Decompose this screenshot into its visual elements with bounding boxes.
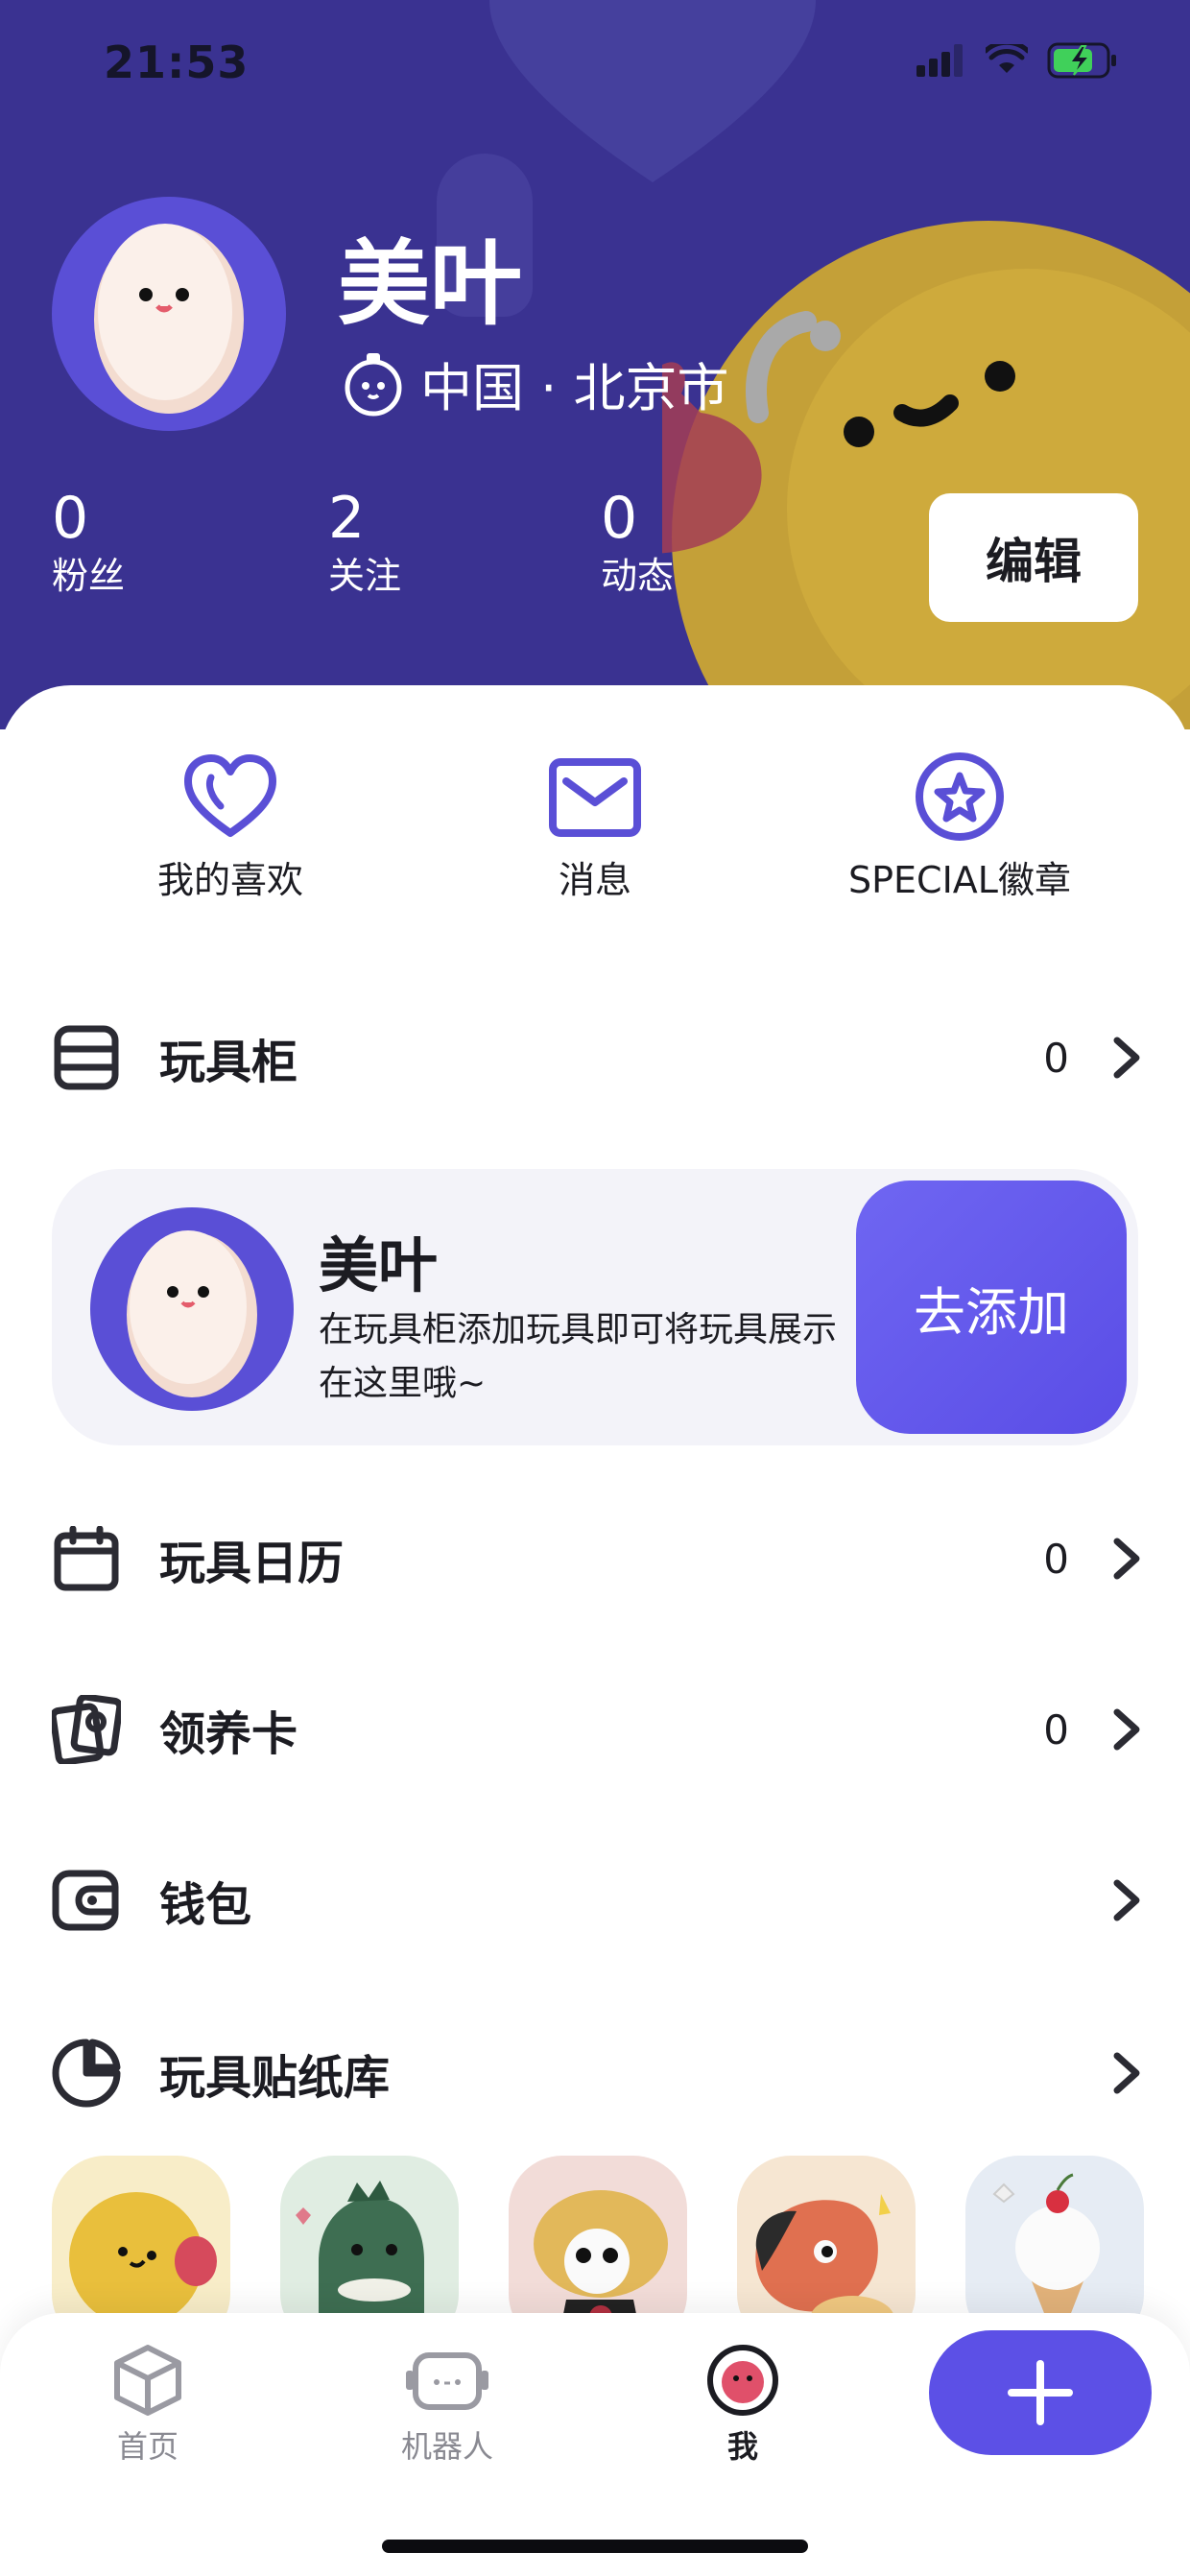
chevron-right-icon [1113, 1879, 1140, 1921]
toy-showcase-card: 美叶 在玩具柜添加玩具即可将玩具展示在这里哦~ 去添加 [52, 1169, 1138, 1445]
menu-count: 0 [1043, 1705, 1069, 1753]
card-avatar [90, 1207, 294, 1411]
wallet-icon [52, 1870, 119, 1931]
mail-icon [549, 758, 641, 837]
menu-count: 0 [1043, 1034, 1069, 1082]
status-icons [916, 42, 1118, 79]
menu-row-adoption-card[interactable]: 领养卡 0 [52, 1682, 1146, 1777]
card-name: 美叶 [319, 1230, 439, 1300]
plus-icon [1008, 2360, 1073, 2425]
sticker-icon [52, 2039, 121, 2108]
tab-me[interactable]: 我 [647, 2342, 839, 2467]
stat-value: 2 [328, 485, 366, 552]
quick-action-label: SPECIAL徽章 [848, 859, 1071, 901]
tab-label: 机器人 [400, 2428, 493, 2465]
tab-label: 首页 [116, 2428, 178, 2465]
tab-home[interactable]: 首页 [52, 2342, 244, 2467]
quick-action-messages[interactable]: 消息 [441, 752, 749, 903]
location-text: 中国 · 北京市 [420, 358, 729, 418]
tab-label: 我 [726, 2428, 758, 2465]
egg-avatar-icon [127, 1230, 257, 1397]
stat-label: 动态 [601, 555, 675, 597]
stat-label: 关注 [328, 555, 402, 597]
quick-action-label: 消息 [558, 859, 631, 901]
stat-fans[interactable]: 0 粉丝 [52, 485, 125, 600]
quick-action-badges[interactable]: SPECIAL徽章 [806, 752, 1113, 903]
cabinet-icon [54, 1025, 119, 1090]
quick-action-label: 我的喜欢 [156, 859, 303, 901]
menu-row-toy-calendar[interactable]: 玩具日历 0 [52, 1511, 1146, 1607]
stat-posts[interactable]: 0 动态 [601, 485, 674, 600]
profile-location: 中国 · 北京市 [344, 346, 729, 421]
card-description: 在玩具柜添加玩具即可将玩具展示在这里哦~ [319, 1310, 838, 1403]
chevron-right-icon [1113, 2052, 1140, 2094]
location-badge-icon [345, 352, 402, 416]
create-post-button[interactable] [929, 2330, 1152, 2455]
menu-label: 钱包 [159, 1878, 252, 1932]
menu-row-sticker-library[interactable]: 玩具贴纸库 [52, 2025, 1146, 2121]
me-avatar-icon [707, 2345, 778, 2416]
chevron-right-icon [1113, 1037, 1140, 1079]
menu-label: 玩具柜 [159, 1036, 298, 1089]
stat-following[interactable]: 2 关注 [328, 485, 401, 600]
quick-action-likes[interactable]: 我的喜欢 [77, 752, 384, 903]
smiley-ball-decoration [662, 221, 1190, 729]
stat-value: 0 [52, 485, 89, 552]
star-badge-icon [916, 752, 1004, 841]
status-time: 21:53 [104, 36, 250, 88]
chevron-right-icon [1113, 1538, 1140, 1580]
menu-label: 玩具日历 [159, 1537, 345, 1590]
add-toy-button[interactable]: 去添加 [856, 1181, 1127, 1434]
tab-robot[interactable]: 机器人 [351, 2342, 543, 2467]
menu-label: 领养卡 [159, 1707, 298, 1761]
stat-value: 0 [601, 485, 638, 552]
home-indicator [382, 2540, 808, 2553]
stat-label: 粉丝 [52, 555, 126, 597]
battery-charging-icon [1047, 42, 1116, 79]
home-cube-icon [114, 2345, 181, 2416]
chevron-right-icon [1113, 1708, 1140, 1751]
heart-icon [184, 754, 276, 837]
menu-row-wallet[interactable]: 钱包 [52, 1852, 1146, 1948]
menu-row-toy-cabinet[interactable]: 玩具柜 0 [52, 1010, 1146, 1106]
profile-name: 美叶 [338, 230, 522, 338]
wifi-icon [986, 44, 1028, 73]
profile-avatar[interactable] [52, 197, 286, 431]
status-bar: 21:53 [0, 0, 1190, 125]
adoption-card-icon [52, 1695, 121, 1764]
robot-icon [406, 2352, 488, 2410]
menu-label: 玩具贴纸库 [159, 2051, 391, 2105]
egg-avatar-icon [94, 224, 244, 414]
profile-header: 21:53 美叶 中国 · 北京市 0 粉丝 2 关注 0 动态 编辑 [0, 0, 1190, 729]
edit-profile-button[interactable]: 编辑 [929, 493, 1138, 622]
bottom-tab-bar: 首页 机器人 我 [0, 2313, 1190, 2576]
menu-count: 0 [1043, 1535, 1069, 1583]
cellular-signal-icon [916, 44, 963, 77]
calendar-icon [54, 1526, 119, 1591]
